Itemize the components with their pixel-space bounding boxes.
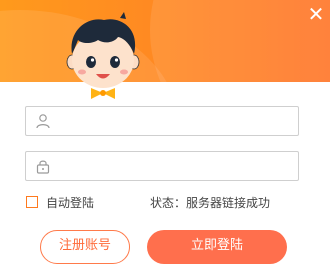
connection-status: 状态：服务器链接成功: [150, 196, 271, 210]
password-field[interactable]: [25, 151, 299, 181]
username-field[interactable]: [25, 106, 299, 136]
banner-swoosh: [150, 0, 330, 82]
register-button[interactable]: 注册账号: [40, 230, 130, 264]
remember-checkbox[interactable]: [26, 196, 38, 208]
mascot-avatar: [66, 12, 140, 99]
password-input[interactable]: [60, 156, 294, 178]
close-button[interactable]: ✕: [304, 2, 328, 26]
user-icon: [36, 114, 50, 129]
username-input[interactable]: [60, 111, 294, 133]
remember-label[interactable]: 自动登陆: [46, 194, 94, 211]
login-button[interactable]: 立即登陆: [147, 230, 287, 264]
header-banner: ✕: [0, 0, 330, 82]
lock-icon: [36, 160, 50, 174]
